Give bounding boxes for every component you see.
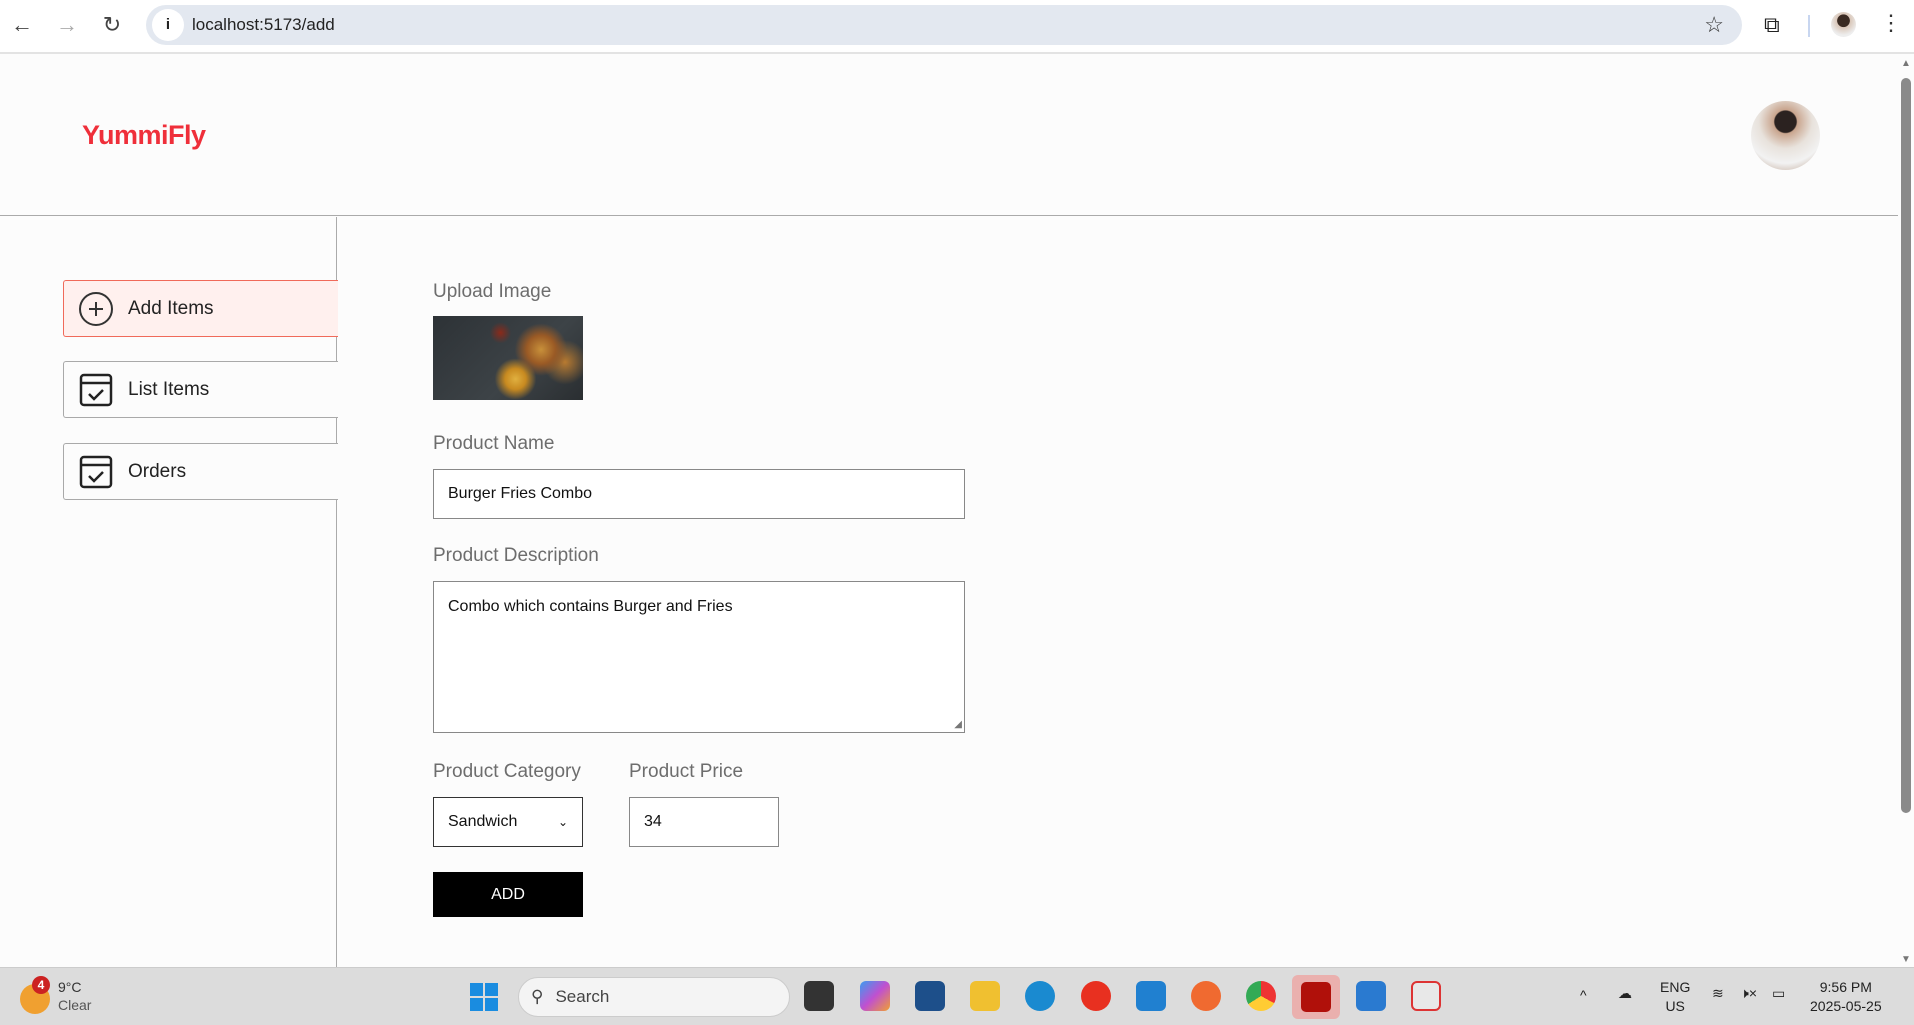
scroll-up-icon[interactable]: ▲: [1901, 58, 1911, 69]
store-icon[interactable]: [915, 981, 945, 1011]
scroll-down-icon[interactable]: ▼: [1901, 954, 1911, 965]
sidebar-item-label: Add Items: [128, 297, 214, 319]
scrollbar[interactable]: ▲ ▼: [1898, 56, 1914, 967]
tray-chevron-up-icon[interactable]: ^: [1580, 986, 1587, 1005]
weather-badge: 4: [32, 976, 50, 994]
forward-icon[interactable]: →: [53, 12, 81, 38]
sidebar-item-label: List Items: [128, 378, 210, 400]
sidebar-item-list-items[interactable]: List Items: [63, 361, 338, 418]
extensions-icon[interactable]: ⧉: [1764, 12, 1780, 38]
snipping-tool-icon[interactable]: [1411, 981, 1441, 1011]
windows-start-icon[interactable]: [470, 983, 498, 1011]
chevron-down-icon: ⌄: [557, 815, 568, 829]
photos-icon[interactable]: [1356, 981, 1386, 1011]
user-avatar[interactable]: [1751, 101, 1820, 170]
more-menu-icon[interactable]: ⋮: [1880, 10, 1902, 36]
search-placeholder: Search: [555, 987, 610, 1006]
weather-desc: Clear: [58, 997, 92, 1013]
search-icon: ⚲: [531, 987, 544, 1006]
scrollbar-thumb[interactable]: [1901, 78, 1911, 813]
logo[interactable]: YummiFly: [82, 120, 206, 151]
description-text: Combo which contains Burger and Fries: [448, 598, 733, 615]
category-value: Sandwich: [448, 813, 518, 830]
profile-avatar-icon[interactable]: [1831, 12, 1856, 37]
url-text[interactable]: localhost:5173/add: [192, 15, 335, 35]
wifi-icon[interactable]: ≋: [1712, 984, 1724, 1003]
product-name-input[interactable]: Burger Fries Combo: [433, 469, 965, 519]
acrobat-active-icon[interactable]: [1292, 975, 1340, 1019]
product-description-label: Product Description: [433, 545, 599, 566]
product-price-label: Product Price: [629, 761, 744, 782]
product-category-select[interactable]: Sandwich ⌄: [433, 797, 583, 847]
language-indicator[interactable]: ENG US: [1660, 978, 1690, 1016]
file-explorer-icon[interactable]: [970, 981, 1000, 1011]
bookmark-star-icon[interactable]: ☆: [1704, 12, 1724, 38]
time-text: 9:56 PM: [1819, 979, 1872, 995]
vscode-icon[interactable]: [1136, 981, 1166, 1011]
sidebar: Add Items List Items Orders: [0, 217, 338, 967]
sidebar-item-orders[interactable]: Orders: [63, 443, 338, 500]
clock[interactable]: 9:56 PM 2025-05-25: [1810, 978, 1882, 1016]
weather-temp: 9°C: [58, 979, 82, 995]
calendar-check-icon: [79, 373, 113, 406]
edge-icon[interactable]: [1025, 981, 1055, 1011]
resize-handle-icon[interactable]: ◢: [954, 719, 962, 730]
site-info-icon[interactable]: i: [152, 9, 184, 41]
product-category-label: Product Category: [433, 761, 581, 782]
add-circle-icon: [79, 291, 113, 326]
battery-icon[interactable]: ▭: [1772, 984, 1785, 1003]
add-button[interactable]: ADD: [433, 872, 583, 917]
divider: [1808, 15, 1810, 37]
region-text: US: [1665, 998, 1685, 1014]
browser-toolbar: ← → ↻ i localhost:5173/add ☆ ⧉ ⋮: [0, 0, 1914, 54]
upload-image-preview[interactable]: [433, 316, 583, 400]
date-text: 2025-05-25: [1810, 998, 1882, 1014]
upload-image-label: Upload Image: [433, 281, 552, 302]
volume-muted-icon[interactable]: 🕨×: [1740, 984, 1757, 1003]
task-view-icon[interactable]: [804, 981, 834, 1011]
product-price-input[interactable]: 34: [629, 797, 779, 847]
weather-widget[interactable]: 4 9°C Clear: [20, 976, 92, 1014]
lang-text: ENG: [1660, 979, 1691, 995]
reload-icon[interactable]: ↻: [98, 12, 126, 38]
taskbar-search[interactable]: ⚲ Search: [518, 977, 790, 1017]
calendar-check-icon: [79, 455, 113, 488]
postman-icon[interactable]: [1191, 981, 1221, 1011]
chrome-icon[interactable]: [1246, 981, 1276, 1011]
product-description-textarea[interactable]: Combo which contains Burger and Fries ◢: [433, 581, 965, 733]
weather-icon: 4: [20, 976, 50, 1014]
product-name-label: Product Name: [433, 433, 555, 454]
onedrive-icon[interactable]: ☁: [1618, 984, 1632, 1003]
copilot-icon[interactable]: [860, 981, 890, 1011]
taskbar: 4 9°C Clear ⚲ Search ^ ☁ ENG US ≋ 🕨× ▭ 9:5…: [0, 967, 1914, 1025]
wps-icon[interactable]: [1081, 981, 1111, 1011]
back-icon[interactable]: ←: [8, 12, 36, 38]
sidebar-item-add-items[interactable]: Add Items: [63, 280, 338, 337]
app-header: YummiFly: [0, 56, 1898, 216]
sidebar-item-label: Orders: [128, 460, 187, 482]
address-bar[interactable]: i localhost:5173/add ☆: [146, 5, 1742, 45]
